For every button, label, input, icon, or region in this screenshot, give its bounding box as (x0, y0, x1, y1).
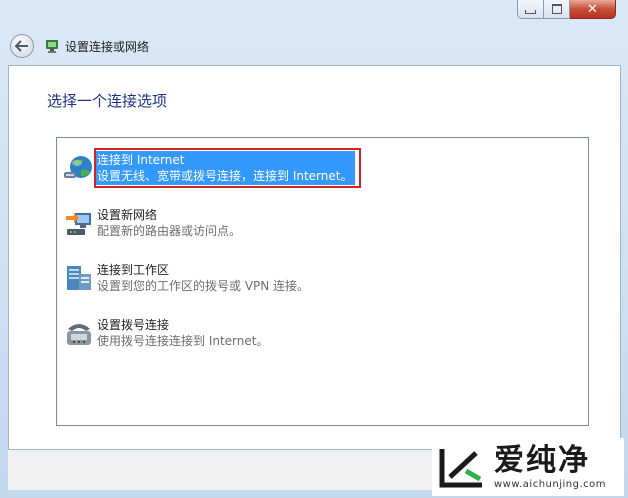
option-text: 设置拨号连接 使用拨号连接连接到 Internet。 (97, 317, 268, 349)
option-description: 设置无线、宽带或拨号连接，连接到 Internet。 (97, 169, 353, 183)
option-description: 设置到您的工作区的拨号或 VPN 连接。 (97, 279, 310, 293)
router-setup-icon (66, 213, 91, 235)
maximize-button[interactable] (544, 0, 570, 19)
option-description: 使用拨号连接连接到 Internet。 (97, 334, 269, 348)
connection-options-list: 连接到 Internet 设置无线、宽带或拨号连接，连接到 Internet。 … (56, 137, 589, 426)
caption-buttons: ✕ (517, 0, 616, 19)
watermark-text: 爱纯净 www.aichunjing.com (494, 442, 606, 490)
option-connect-internet[interactable]: 连接到 Internet 设置无线、宽带或拨号连接，连接到 Internet。 (61, 148, 581, 188)
watermark-url: www.aichunjing.com (494, 478, 606, 490)
option-title: 设置新网络 (97, 208, 158, 222)
dialup-phone-icon (67, 324, 91, 345)
window-title: 设置连接或网络 (65, 39, 150, 54)
option-description: 配置新的路由器或访问点。 (97, 224, 242, 238)
nav-bar: 设置连接或网络 (10, 34, 149, 58)
option-text: 连接到 Internet 设置无线、宽带或拨号连接，连接到 Internet。 (96, 151, 356, 185)
maximize-icon (551, 4, 562, 14)
option-connect-workplace[interactable]: 连接到工作区 设置到您的工作区的拨号或 VPN 连接。 (61, 258, 581, 298)
back-button[interactable] (10, 34, 34, 58)
option-dialup[interactable]: 设置拨号连接 使用拨号连接连接到 Internet。 (61, 313, 581, 353)
watermark-logo-icon (439, 449, 482, 488)
globe-network-icon (64, 156, 92, 178)
option-text: 连接到工作区 设置到您的工作区的拨号或 VPN 连接。 (97, 262, 309, 294)
close-button[interactable]: ✕ (570, 0, 616, 19)
option-new-network[interactable]: 设置新网络 配置新的路由器或访问点。 (61, 203, 581, 243)
back-arrow-icon (15, 40, 28, 52)
option-text: 设置新网络 配置新的路由器或访问点。 (97, 207, 241, 239)
workplace-server-icon (67, 266, 91, 290)
watermark-name: 爱纯净 (494, 442, 590, 478)
content-panel: 选择一个连接选项 连接到 Internet 设置无线、宽带或拨号连接，连接到 I… (8, 65, 621, 450)
option-title: 连接到工作区 (97, 263, 170, 277)
page-heading: 选择一个连接选项 (47, 92, 168, 110)
window-frame: ✕ 设置连接或网络 选择一个连接选项 连接到 Internet 设置无线、宽带或… (0, 0, 628, 498)
close-icon: ✕ (587, 1, 598, 17)
watermark: 爱纯净 www.aichunjing.com (432, 438, 624, 496)
option-title: 设置拨号连接 (97, 318, 170, 332)
option-title: 连接到 Internet (97, 153, 185, 167)
network-setup-icon (46, 40, 58, 53)
minimize-button[interactable] (517, 0, 544, 19)
minimize-icon (525, 10, 536, 14)
